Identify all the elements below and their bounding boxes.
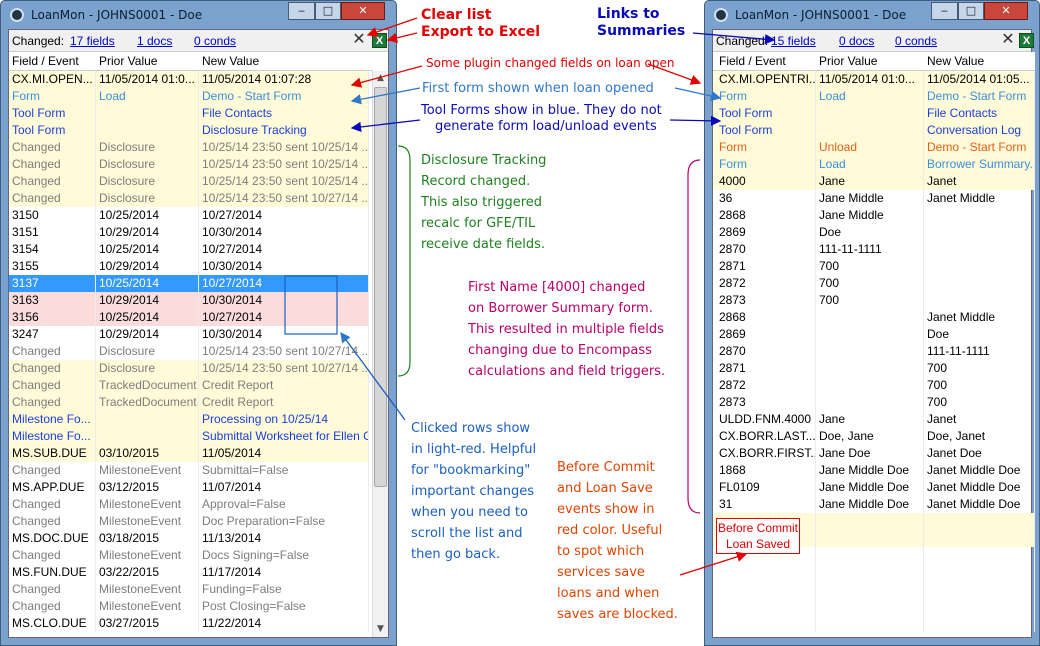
tool-forms-line: Tool Forms show in blue. They do not <box>421 103 662 118</box>
first-name-brace <box>687 159 701 514</box>
links-callout-line: Links to <box>597 6 660 22</box>
before-commit-line: Before Commit <box>557 460 655 475</box>
disclosure-line: receive date fields. <box>421 237 546 252</box>
first-name-line: changing due to Encompass <box>468 343 652 358</box>
clicked-rows-arrow <box>340 331 406 421</box>
before-commit-line: saves are blocked. <box>557 607 678 622</box>
plugin-callout: Some plugin changed fields on loan open <box>426 56 675 70</box>
first-form-arrow-left <box>350 87 421 105</box>
plugin-arrow-left <box>350 65 423 88</box>
links-callout-line: Summaries <box>597 23 686 39</box>
clicked-rows-line: for "bookmarking" <box>411 463 531 478</box>
export-callout: Export to Excel <box>421 24 541 40</box>
clicked-rows-line: when you need to <box>411 505 528 520</box>
clicked-rows-line: important changes <box>411 484 534 499</box>
first-name-line: This resulted in multiple fields <box>468 322 664 337</box>
disclosure-line: This also triggered <box>421 195 542 210</box>
clicked-rows-line: then go back. <box>411 547 501 562</box>
tool-forms-line: generate form load/unload events <box>435 119 657 134</box>
before-commit-line: loans and when <box>557 586 660 601</box>
before-commit-line: and Loan Save <box>557 481 653 496</box>
disclosure-brace <box>397 145 411 377</box>
disclosure-line: Record changed. <box>421 174 531 189</box>
before-commit-line: events show in <box>557 502 655 517</box>
first-name-line: First Name [4000] changed <box>468 280 646 295</box>
tool-forms-callout: Tool Forms show in blue. They do not gen… <box>421 103 662 135</box>
disclosure-line: recalc for GFE/TIL <box>421 216 536 231</box>
before-commit-callout: Before Commit and Loan Save events show … <box>557 457 678 625</box>
before-commit-arrow <box>679 551 748 576</box>
clicked-rows-line: Clicked rows show <box>411 421 531 436</box>
before-commit-line: to spot which <box>557 544 645 559</box>
before-commit-line: red color. Useful <box>557 523 663 538</box>
first-name-line: calculations and field triggers. <box>468 364 666 379</box>
links-callout: Links to Summaries <box>597 6 685 40</box>
clicked-rows-box <box>284 275 338 335</box>
clicked-rows-callout: Clicked rows show in light-red. Helpful … <box>411 418 536 565</box>
clear-list-arrow <box>366 17 418 37</box>
clicked-rows-line: scroll the list and <box>411 526 523 541</box>
links-arrow <box>692 32 776 45</box>
tool-form-arrow-right <box>669 115 722 127</box>
first-name-line: on Borrower Summary form. <box>468 301 653 316</box>
first-form-callout: First form shown when loan opened <box>422 81 654 96</box>
export-arrow <box>386 32 418 43</box>
disclosure-line: Disclosure Tracking <box>421 153 547 168</box>
tool-form-arrow-left <box>350 119 421 133</box>
disclosure-callout: Disclosure Tracking Record changed. This… <box>421 150 546 255</box>
first-name-callout: First Name [4000] changed on Borrower Su… <box>468 277 665 382</box>
clicked-rows-line: in light-red. Helpful <box>411 442 537 457</box>
first-form-arrow-right <box>674 87 722 102</box>
before-commit-line: services save <box>557 565 645 580</box>
